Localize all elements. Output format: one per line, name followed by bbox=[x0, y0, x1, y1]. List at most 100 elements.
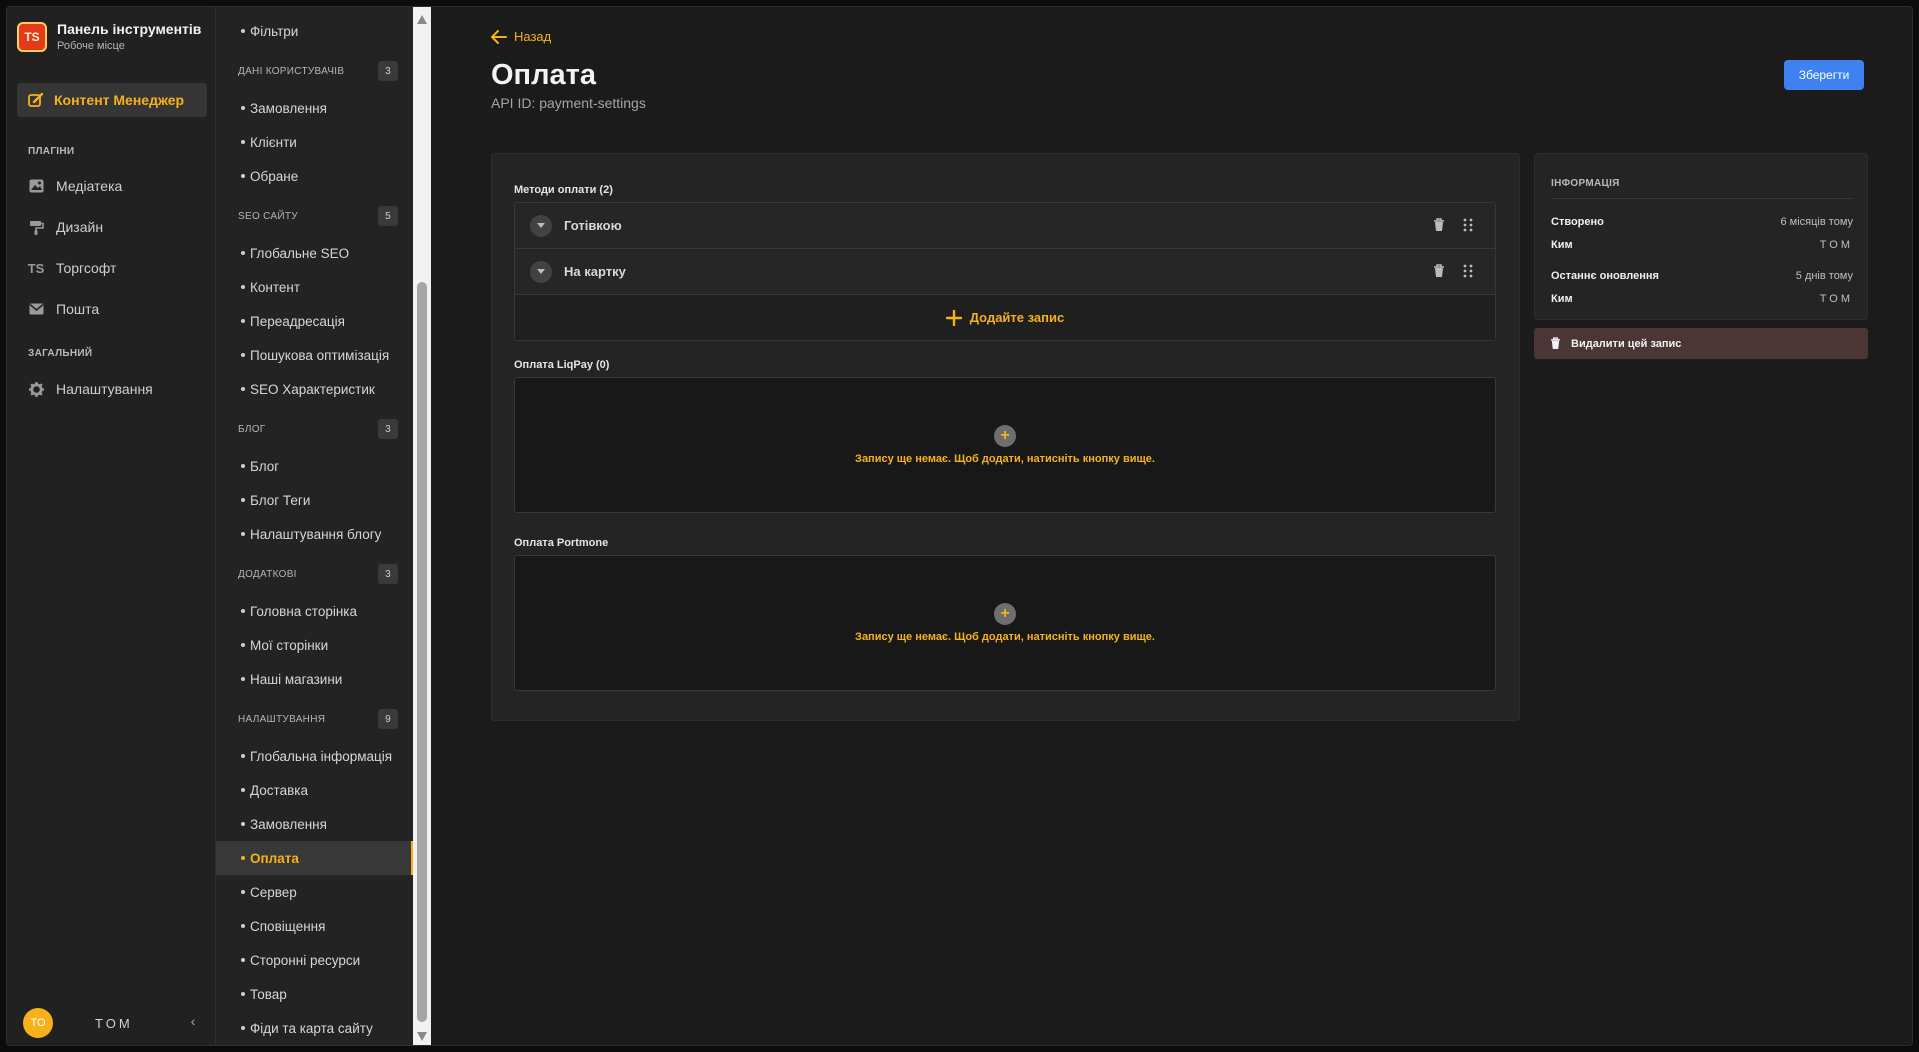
group-blog[interactable]: БЛОГ 3 bbox=[238, 419, 398, 439]
plus-circle-icon[interactable]: + bbox=[994, 603, 1016, 625]
brand[interactable]: TS Панель інструментів Робоче місце bbox=[17, 21, 201, 52]
entry-title: На картку bbox=[564, 264, 626, 279]
nav-item-mail[interactable]: Пошта bbox=[28, 298, 99, 320]
list-item-feeds-sitemap[interactable]: Фіди та карта сайту bbox=[216, 1011, 413, 1045]
nav-item-label: Контент Менеджер bbox=[54, 92, 185, 108]
list-item-payment[interactable]: Оплата bbox=[216, 841, 413, 875]
back-link[interactable]: Назад bbox=[491, 29, 551, 44]
list-item-settings-orders[interactable]: Замовлення bbox=[216, 807, 413, 841]
list-item-our-stores[interactable]: Наші магазини bbox=[216, 662, 413, 696]
list-item-global-info[interactable]: Глобальна інформація bbox=[216, 739, 413, 773]
pencil-square-icon bbox=[28, 92, 44, 108]
list-item-content[interactable]: Контент bbox=[216, 270, 413, 304]
scroll-thumb[interactable] bbox=[417, 282, 427, 1022]
collapse-sidebar-button[interactable]: ‹ bbox=[183, 1013, 203, 1033]
list-item-orders[interactable]: Замовлення bbox=[216, 91, 413, 125]
page-title: Оплата bbox=[491, 59, 596, 91]
paint-roller-icon bbox=[28, 219, 44, 235]
nav-item-content-manager[interactable]: Контент Менеджер bbox=[17, 83, 207, 117]
form-card: Методи оплати (2) Готівкою На картку Дод… bbox=[491, 153, 1520, 721]
info-created: Створено 6 місяців тому bbox=[1551, 216, 1853, 228]
payment-methods-repeater: Готівкою На картку Додайте запис bbox=[514, 202, 1496, 341]
nav-item-media-library[interactable]: Медіатека bbox=[28, 175, 122, 197]
info-key: Ким bbox=[1551, 293, 1573, 305]
plus-circle-icon[interactable]: + bbox=[994, 425, 1016, 447]
list-item-global-seo[interactable]: Глобальне SEO bbox=[216, 236, 413, 270]
repeater-entry[interactable]: На картку bbox=[515, 249, 1495, 295]
user-name: TOM bbox=[95, 1015, 133, 1031]
chevron-down-icon[interactable] bbox=[530, 260, 552, 283]
info-created-by: Ким TOM bbox=[1551, 239, 1853, 251]
back-label: Назад bbox=[514, 29, 552, 44]
scroll-down-arrow-icon[interactable] bbox=[417, 1032, 427, 1041]
edit-view: Назад Оплата API ID: payment-settings Зб… bbox=[431, 7, 1912, 1045]
trash-icon bbox=[1550, 337, 1561, 350]
info-key: Ким bbox=[1551, 239, 1573, 251]
info-title: ІНФОРМАЦІЯ bbox=[1551, 178, 1620, 189]
empty-message: Запису ще немає. Щоб додати, натисніть к… bbox=[855, 453, 1155, 465]
add-entry-button[interactable]: Додайте запис bbox=[515, 295, 1495, 340]
trash-icon[interactable] bbox=[1433, 264, 1447, 280]
list-item-blog-tags[interactable]: Блог Теги bbox=[216, 483, 413, 517]
brand-subtitle: Робоче місце bbox=[57, 40, 125, 52]
content-type-list: Фільтри ДАНІ КОРИСТУВАЧІВ 3 Замовлення К… bbox=[216, 7, 421, 1045]
liqpay-empty-state[interactable]: + Запису ще немає. Щоб додати, натисніть… bbox=[514, 377, 1496, 513]
nav-section-plugins: ПЛАГІНИ bbox=[28, 146, 75, 157]
nav-item-label: Торгсофт bbox=[56, 260, 117, 276]
field-label-portmone: Оплата Portmone bbox=[514, 537, 609, 549]
brand-logo: TS bbox=[17, 21, 47, 52]
info-value: TOM bbox=[1819, 239, 1853, 251]
drag-handle-icon[interactable] bbox=[1463, 218, 1475, 234]
save-button[interactable]: Зберегти bbox=[1784, 60, 1864, 90]
list-item-delivery[interactable]: Доставка bbox=[216, 773, 413, 807]
chevron-left-icon: ‹ bbox=[190, 1013, 196, 1029]
list-item-server[interactable]: Сервер bbox=[216, 875, 413, 909]
list-item-my-pages[interactable]: Мої сторінки bbox=[216, 628, 413, 662]
list-item-product[interactable]: Товар bbox=[216, 977, 413, 1011]
info-value: 5 днів тому bbox=[1795, 270, 1853, 282]
group-seo[interactable]: SEO САЙТУ 5 bbox=[238, 206, 398, 226]
image-icon bbox=[28, 178, 44, 194]
drag-handle-icon[interactable] bbox=[1463, 264, 1475, 280]
list-item-search-optimization[interactable]: Пошукова оптимізація bbox=[216, 338, 413, 372]
delete-label: Видалити цей запис bbox=[1571, 337, 1682, 350]
list-item-redirects[interactable]: Переадресація bbox=[216, 304, 413, 338]
api-id: API ID: payment-settings bbox=[491, 95, 646, 111]
list-item-notifications[interactable]: Сповіщення bbox=[216, 909, 413, 943]
user-profile[interactable]: TO TOM ‹ bbox=[23, 1007, 203, 1039]
list-item-clients[interactable]: Клієнти bbox=[216, 125, 413, 159]
list-item-filters[interactable]: Фільтри bbox=[216, 14, 413, 48]
info-value: TOM bbox=[1819, 293, 1853, 305]
chevron-down-icon[interactable] bbox=[530, 214, 552, 237]
trash-icon[interactable] bbox=[1433, 218, 1447, 234]
list-item-third-party[interactable]: Сторонні ресурси bbox=[216, 943, 413, 977]
field-label-payment-methods: Методи оплати (2) bbox=[514, 184, 613, 196]
group-settings[interactable]: НАЛАШТУВАННЯ 9 bbox=[238, 709, 398, 729]
list-scrollbar[interactable] bbox=[413, 7, 431, 1045]
list-item-seo-characteristics[interactable]: SEO Характеристик bbox=[216, 372, 413, 406]
list-item-favorites[interactable]: Обране bbox=[216, 159, 413, 193]
nav-item-settings[interactable]: Налаштування bbox=[28, 378, 153, 400]
group-additional[interactable]: ДОДАТКОВІ 3 bbox=[238, 564, 398, 584]
group-count: 3 bbox=[378, 61, 398, 81]
repeater-entry[interactable]: Готівкою bbox=[515, 203, 1495, 249]
list-item-blog-settings[interactable]: Налаштування блогу bbox=[216, 517, 413, 551]
group-count: 3 bbox=[378, 419, 398, 439]
scroll-up-arrow-icon[interactable] bbox=[417, 15, 427, 24]
group-user-data[interactable]: ДАНІ КОРИСТУВАЧІВ 3 bbox=[238, 61, 398, 81]
info-key: Створено bbox=[1551, 216, 1604, 228]
nav-item-label: Дизайн bbox=[56, 219, 104, 235]
group-label: БЛОГ bbox=[238, 423, 266, 435]
information-panel: ІНФОРМАЦІЯ Створено 6 місяців тому Ким T… bbox=[1534, 153, 1868, 320]
delete-entry-button[interactable]: Видалити цей запис bbox=[1534, 328, 1868, 359]
portmone-empty-state[interactable]: + Запису ще немає. Щоб додати, натисніть… bbox=[514, 555, 1496, 691]
nav-item-torgsoft[interactable]: TS Торгсофт bbox=[28, 257, 117, 279]
empty-message: Запису ще немає. Щоб додати, натисніть к… bbox=[855, 631, 1155, 643]
list-item-blog[interactable]: Блог bbox=[216, 449, 413, 483]
plus-icon bbox=[945, 309, 962, 326]
nav-item-label: Медіатека bbox=[56, 178, 123, 194]
info-updated: Останнє оновлення 5 днів тому bbox=[1551, 270, 1853, 282]
list-item-home-page[interactable]: Головна сторінка bbox=[216, 594, 413, 628]
brand-title: Панель інструментів bbox=[57, 21, 202, 37]
nav-item-design[interactable]: Дизайн bbox=[28, 216, 103, 238]
